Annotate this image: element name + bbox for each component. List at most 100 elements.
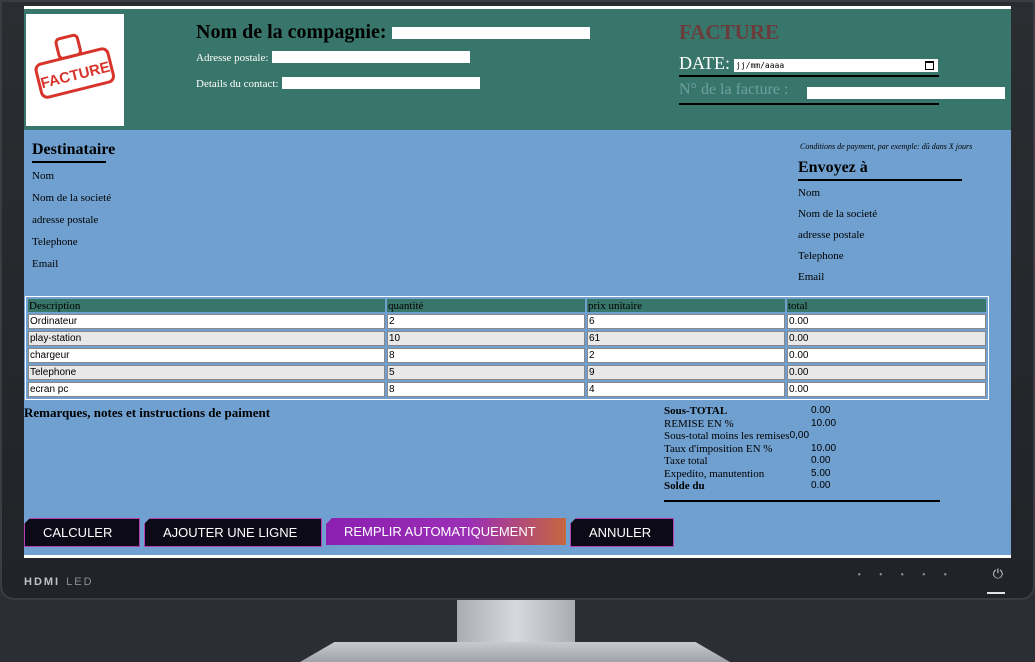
cell-description[interactable]: Telephone	[28, 365, 385, 380]
address-label: Adresse postale:	[196, 52, 269, 64]
company-name-input[interactable]	[391, 27, 590, 40]
shipping-row: Expedito, manutention 5.00	[664, 468, 836, 481]
monitor-stand-base	[300, 642, 730, 662]
calculate-button[interactable]: CALCULER	[24, 518, 140, 547]
discount-row: REMISE EN % 10.00	[664, 418, 836, 431]
invoice-number-label: N° de la facture :	[679, 81, 789, 98]
totals-block: Sous-TOTAL 0.00 REMISE EN % 10.00 Sous-t…	[664, 405, 836, 493]
monitor-screen: FACTURE Nom de la compagnie: Adresse pos…	[24, 6, 1011, 558]
ship-to-block: Envoyez à Nom Nom de la societé adresse …	[798, 159, 962, 288]
cell-total[interactable]: 0.00	[787, 382, 986, 397]
invoice-title: FACTURE	[679, 20, 779, 44]
monitor-brand: HDMI LED	[24, 576, 94, 588]
ship-phone[interactable]: Telephone	[798, 246, 962, 267]
ship-address[interactable]: adresse postale	[798, 225, 962, 246]
invoice-number-input[interactable]	[807, 87, 1005, 99]
cell-quantity[interactable]: 5	[387, 365, 585, 380]
recipient-company[interactable]: Nom de la societé	[32, 187, 111, 209]
action-buttons: CALCULER AJOUTER UNE LIGNE REMPLIR AUTOM…	[24, 518, 674, 547]
calendar-icon[interactable]	[925, 61, 934, 70]
totals-divider	[664, 500, 940, 502]
cell-unit-price[interactable]: 4	[587, 382, 785, 397]
payment-conditions[interactable]: Conditions de payment, par exemple: dû d…	[800, 142, 972, 151]
table-row: Telephone 5 9 0.00	[28, 365, 986, 380]
contact-label: Details du contact:	[196, 78, 279, 90]
recipient-block: Destinataire Nom Nom de la societé adres…	[32, 141, 115, 275]
facture-logo: FACTURE	[26, 14, 124, 126]
date-placeholder: jj/mm/aaaa	[736, 61, 785, 70]
col-unit-price: prix unitaire	[587, 299, 785, 312]
remarks-label[interactable]: Remarques, notes et instructions de paim…	[24, 405, 270, 421]
monitor-stand-neck	[457, 600, 575, 642]
col-total: total	[787, 299, 986, 312]
ship-to-title: Envoyez à	[798, 159, 962, 181]
subtotal-label: Sous-TOTAL	[664, 405, 728, 417]
tax-rate-row: Taux d'imposition EN % 10.00	[664, 443, 836, 456]
cell-unit-price[interactable]: 9	[587, 365, 785, 380]
tax-rate-label: Taux d'imposition EN %	[664, 442, 773, 455]
cell-total[interactable]: 0.00	[787, 314, 986, 329]
subtotal-value: 0.00	[811, 405, 831, 416]
table-header-row: Description quantité prix unitaire total	[28, 299, 986, 312]
recipient-address[interactable]: adresse postale	[32, 209, 111, 231]
total-tax-value: 0.00	[811, 455, 831, 466]
power-indicator	[987, 592, 1005, 594]
cell-description[interactable]: Ordinateur	[28, 314, 385, 329]
table-row: Ordinateur 2 6 0.00	[28, 314, 986, 329]
shipping-value[interactable]: 5.00	[811, 468, 830, 481]
brand-label: HDMI	[24, 576, 61, 588]
col-quantity: quantité	[387, 299, 585, 312]
cell-unit-price[interactable]: 61	[587, 331, 785, 346]
cancel-button[interactable]: ANNULER	[570, 518, 674, 547]
cell-quantity[interactable]: 8	[387, 382, 585, 397]
total-tax-row: Taxe total 0.00	[664, 455, 836, 468]
subtotal-less-discount-value: 0,00	[789, 430, 810, 441]
company-label: Nom de la compagnie:	[196, 21, 387, 43]
cell-unit-price[interactable]: 6	[587, 314, 785, 329]
subtotal-less-discount-label: Sous-total moins les remises	[664, 430, 790, 442]
table-row: play-station 10 61 0.00	[28, 331, 986, 346]
ship-email[interactable]: Email	[798, 267, 962, 288]
cell-description[interactable]: ecran pc	[28, 382, 385, 397]
cell-quantity[interactable]: 10	[387, 331, 585, 346]
add-line-button[interactable]: AJOUTER UNE LIGNE	[144, 518, 322, 547]
subtotal-less-discount-row: Sous-total moins les remises 0,00	[664, 430, 836, 443]
contact-input[interactable]	[282, 77, 481, 90]
monitor-control-dots: •••••	[857, 570, 965, 581]
balance-due-row: Solde du 0.00	[664, 480, 836, 493]
table-row: chargeur 8 2 0.00	[28, 348, 986, 363]
balance-due-label: Solde du	[664, 480, 705, 492]
cell-quantity[interactable]: 8	[387, 348, 585, 363]
cell-total[interactable]: 0.00	[787, 365, 986, 380]
invoice-header: FACTURE Nom de la compagnie: Adresse pos…	[24, 9, 1011, 130]
svg-text:FACTURE: FACTURE	[39, 59, 112, 93]
facture-stamp-icon: FACTURE	[34, 33, 115, 99]
recipient-title: Destinataire	[32, 141, 115, 163]
cell-description[interactable]: play-station	[28, 331, 385, 346]
recipient-name[interactable]: Nom	[32, 165, 111, 187]
divider	[679, 103, 939, 105]
table-row: ecran pc 8 4 0.00	[28, 382, 986, 397]
date-label: DATE:	[679, 53, 730, 73]
cell-total[interactable]: 0.00	[787, 348, 986, 363]
company-block: Nom de la compagnie: Adresse postale: De…	[196, 21, 590, 92]
cell-total[interactable]: 0.00	[787, 331, 986, 346]
recipient-email[interactable]: Email	[32, 253, 111, 275]
address-input[interactable]	[272, 51, 471, 64]
discount-value[interactable]: 10.00	[811, 418, 836, 431]
ship-company[interactable]: Nom de la societé	[798, 204, 962, 225]
ship-name[interactable]: Nom	[798, 183, 962, 204]
power-icon[interactable]: ⏻	[993, 567, 1003, 582]
cell-unit-price[interactable]: 2	[587, 348, 785, 363]
recipient-phone[interactable]: Telephone	[32, 231, 111, 253]
total-tax-label: Taxe total	[664, 455, 708, 467]
cell-description[interactable]: chargeur	[28, 348, 385, 363]
led-label: LED	[66, 576, 94, 588]
items-table: Description quantité prix unitaire total…	[25, 296, 989, 400]
tax-rate-value[interactable]: 10.00	[811, 443, 836, 456]
date-input[interactable]: jj/mm/aaaa	[734, 59, 938, 72]
cell-quantity[interactable]: 2	[387, 314, 585, 329]
subtotal-row: Sous-TOTAL 0.00	[664, 405, 836, 418]
col-description: Description	[28, 299, 385, 312]
autofill-button[interactable]: REMPLIR AUTOMATIQUEMENT	[326, 518, 566, 545]
